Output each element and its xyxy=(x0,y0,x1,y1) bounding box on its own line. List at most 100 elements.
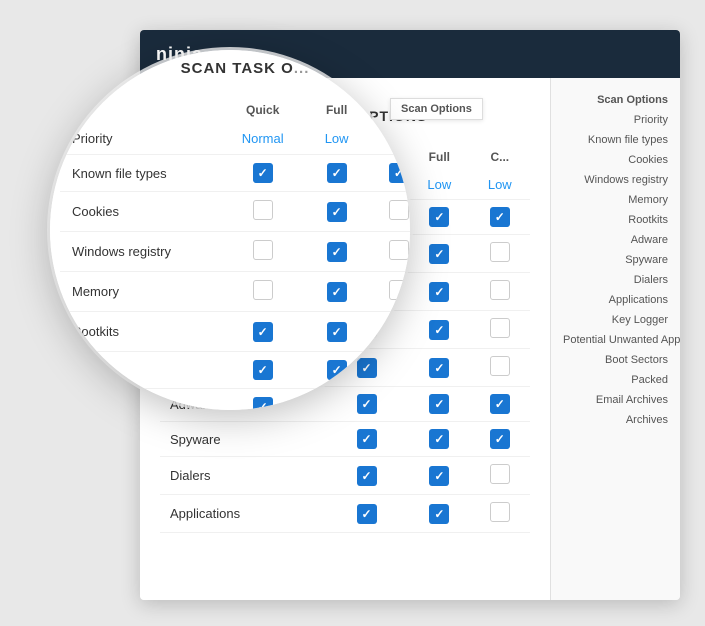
mag-col-custom: C xyxy=(368,97,410,123)
sidebar-item-keylogger[interactable]: Key Logger xyxy=(551,310,680,330)
mag-label-spyware: Spyware xyxy=(60,389,220,411)
checkbox-checked[interactable] xyxy=(253,360,273,380)
checkbox-checked[interactable] xyxy=(327,282,347,302)
cell-adware-custom xyxy=(470,387,530,422)
checkbox-checked[interactable] xyxy=(389,397,409,410)
checkbox-checked[interactable] xyxy=(327,163,347,183)
checkbox-checked[interactable] xyxy=(429,244,449,264)
checkbox-checked[interactable] xyxy=(429,504,449,524)
cell-apps-quick xyxy=(324,495,409,533)
mag-label-rootkits: Rootkits xyxy=(60,312,220,352)
cell-dialers-quick xyxy=(324,457,409,495)
checkbox-empty[interactable] xyxy=(490,356,510,376)
checkbox-checked[interactable] xyxy=(429,358,449,378)
checkbox-checked[interactable] xyxy=(429,429,449,449)
checkbox-checked[interactable] xyxy=(389,163,409,183)
checkbox-checked[interactable] xyxy=(327,397,347,410)
sidebar-header: Scan Options xyxy=(551,88,680,110)
mag-row-adware: Adware xyxy=(60,352,410,389)
magnifier-title: SCAN TASK O... xyxy=(60,60,410,77)
right-sidebar: Scan Options Priority Known file types C… xyxy=(550,78,680,600)
sidebar-item-adware[interactable]: Adware xyxy=(551,230,680,250)
cell-cookies-custom xyxy=(470,235,530,273)
mag-col-quick: Quick xyxy=(220,97,306,123)
sidebar-item-archives[interactable]: Archives xyxy=(551,410,680,430)
priority-full: Low xyxy=(409,170,469,200)
checkbox-checked[interactable] xyxy=(389,360,409,380)
checkbox-checked[interactable] xyxy=(253,163,273,183)
checkbox-empty[interactable] xyxy=(253,200,273,220)
checkbox-checked[interactable] xyxy=(327,322,347,342)
mag-priority-custom: Low xyxy=(368,123,410,155)
checkbox-checked[interactable] xyxy=(327,360,347,380)
sidebar-item-spyware[interactable]: Spyware xyxy=(551,250,680,270)
sidebar-item-rootkits[interactable]: Rootkits xyxy=(551,210,680,230)
checkbox-checked[interactable] xyxy=(490,207,510,227)
sidebar-item-email-archives[interactable]: Email Archives xyxy=(551,390,680,410)
sidebar-item-memory[interactable]: Memory xyxy=(551,190,680,210)
checkbox-empty[interactable] xyxy=(490,464,510,484)
checkbox-empty[interactable] xyxy=(253,240,273,260)
priority-custom: Low xyxy=(470,170,530,200)
checkbox-empty[interactable] xyxy=(490,502,510,522)
checkbox-empty[interactable] xyxy=(490,280,510,300)
checkbox-checked[interactable] xyxy=(327,202,347,222)
checkbox-empty[interactable] xyxy=(389,320,409,340)
mag-row-knownfiletypes: Known file types xyxy=(60,155,410,192)
magnifier-content: SCAN TASK O... Quick Full C Priority Nor… xyxy=(50,50,410,410)
cell-mem-custom xyxy=(470,311,530,349)
sidebar-item-boot-sectors[interactable]: Boot Sectors xyxy=(551,350,680,370)
cell-rootkits-custom xyxy=(470,349,530,387)
checkbox-checked[interactable] xyxy=(253,322,273,342)
mag-col-label xyxy=(60,97,220,123)
checkbox-empty[interactable] xyxy=(490,242,510,262)
row-label-applications: Applications xyxy=(160,495,324,533)
sidebar-item-packed[interactable]: Packed xyxy=(551,370,680,390)
cell-adware-full xyxy=(409,387,469,422)
sidebar-item-dialers[interactable]: Dialers xyxy=(551,270,680,290)
col-header-custom: C... xyxy=(470,144,530,170)
mag-row-cookies: Cookies xyxy=(60,192,410,232)
cell-dialers-custom xyxy=(470,457,530,495)
checkbox-checked[interactable] xyxy=(429,394,449,414)
checkbox-empty[interactable] xyxy=(389,240,409,260)
checkbox-empty[interactable] xyxy=(389,200,409,220)
table-row: Spyware xyxy=(160,422,530,457)
sidebar-item-windows-registry[interactable]: Windows registry xyxy=(551,170,680,190)
mag-priority-quick: Normal xyxy=(220,123,306,155)
row-label-dialers: Dialers xyxy=(160,457,324,495)
mag-row-winreg: Windows registry xyxy=(60,232,410,272)
col-header-full: Full xyxy=(409,144,469,170)
checkbox-checked[interactable] xyxy=(357,504,377,524)
table-row: Applications xyxy=(160,495,530,533)
checkbox-checked[interactable] xyxy=(490,394,510,414)
checkbox-checked[interactable] xyxy=(357,429,377,449)
checkbox-empty[interactable] xyxy=(490,318,510,338)
mag-priority-row: Priority Normal Low Low xyxy=(60,123,410,155)
cell-dialers-full xyxy=(409,457,469,495)
checkbox-checked[interactable] xyxy=(357,466,377,486)
checkbox-checked[interactable] xyxy=(490,429,510,449)
mag-label-cookies: Cookies xyxy=(60,192,220,232)
cell-apps-full xyxy=(409,495,469,533)
sidebar-item-cookies[interactable]: Cookies xyxy=(551,150,680,170)
sidebar-item-priority[interactable]: Priority xyxy=(551,110,680,130)
checkbox-checked[interactable] xyxy=(327,242,347,262)
sidebar-item-applications[interactable]: Applications xyxy=(551,290,680,310)
checkbox-checked[interactable] xyxy=(429,320,449,340)
checkbox-checked[interactable] xyxy=(429,466,449,486)
checkbox-empty[interactable] xyxy=(389,280,409,300)
sidebar-item-known-file-types[interactable]: Known file types xyxy=(551,130,680,150)
checkbox-checked[interactable] xyxy=(429,282,449,302)
checkbox-empty[interactable] xyxy=(253,280,273,300)
mag-row-rootkits: Rootkits xyxy=(60,312,410,352)
checkbox-checked[interactable] xyxy=(253,397,273,410)
checkbox-checked[interactable] xyxy=(429,207,449,227)
sidebar-item-pua[interactable]: Potential Unwanted Applications xyxy=(551,330,680,350)
mag-label-memory: Memory xyxy=(60,272,220,312)
cell-spy-custom xyxy=(470,422,530,457)
magnifier-overlay: SCAN TASK O... Quick Full C Priority Nor… xyxy=(50,50,410,410)
cell-rootkits-full xyxy=(409,349,469,387)
cell-spy-full xyxy=(409,422,469,457)
mag-row-memory: Memory xyxy=(60,272,410,312)
